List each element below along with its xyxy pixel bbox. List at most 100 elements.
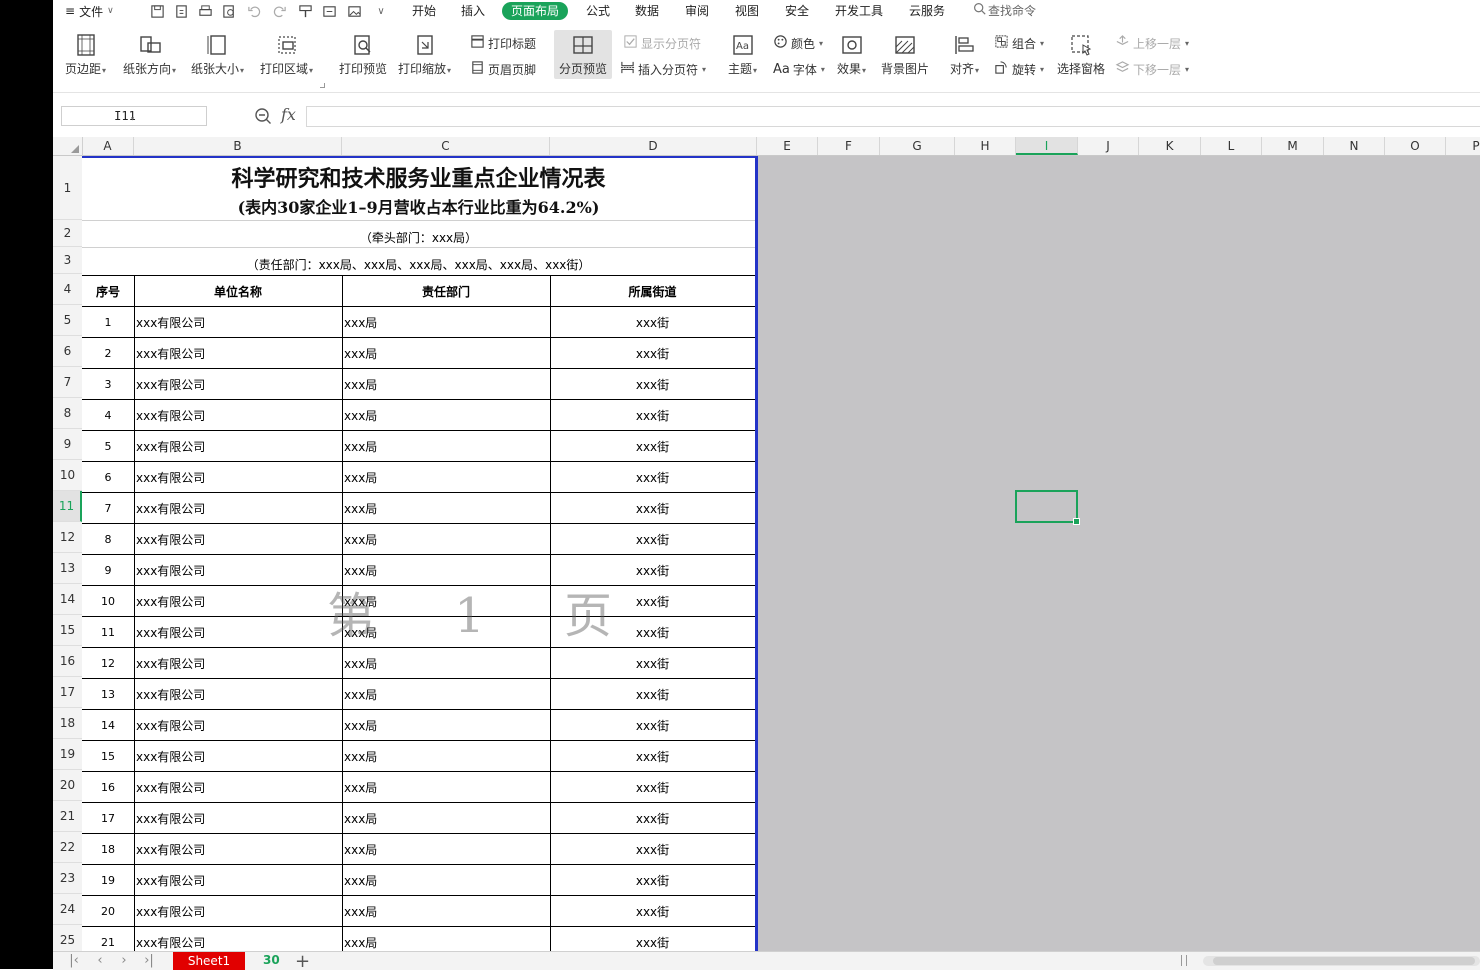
row-header-1[interactable]: 1: [53, 156, 82, 220]
col-header-o[interactable]: O: [1385, 137, 1446, 155]
col-header-b[interactable]: B: [134, 137, 342, 155]
table-row-no[interactable]: 17: [82, 803, 134, 833]
page-break-preview-button[interactable]: 分页预览: [554, 30, 612, 79]
row-header-8[interactable]: 8: [53, 398, 82, 429]
row-header-13[interactable]: 13: [53, 553, 82, 584]
tab-cloud[interactable]: 云服务: [900, 2, 954, 20]
table-row-street[interactable]: xxx街: [550, 803, 755, 833]
table-row-no[interactable]: 10: [82, 586, 134, 616]
row-header-16[interactable]: 16: [53, 646, 82, 677]
table-row-dept[interactable]: xxx局: [344, 896, 548, 926]
table-row-no[interactable]: 14: [82, 710, 134, 740]
undo-icon[interactable]: [246, 3, 262, 19]
non-print-area[interactable]: [758, 156, 1480, 951]
row-header-10[interactable]: 10: [53, 460, 82, 491]
horizontal-scrollbar[interactable]: [1203, 956, 1480, 966]
row-header-4[interactable]: 4: [53, 274, 82, 305]
tab-page-layout[interactable]: 页面布局: [502, 2, 569, 20]
show-page-breaks-checkbox[interactable]: 显示分页符: [623, 34, 701, 52]
tab-view[interactable]: 视图: [726, 2, 768, 20]
format-painter-icon[interactable]: [297, 3, 313, 19]
table-row-name[interactable]: xxx有限公司: [136, 710, 340, 740]
row-header-14[interactable]: 14: [53, 584, 82, 615]
table-row-street[interactable]: xxx街: [550, 741, 755, 771]
table-row-dept[interactable]: xxx局: [344, 865, 548, 895]
table-header-2[interactable]: 责任部门: [342, 276, 550, 307]
row-header-3[interactable]: 3: [53, 247, 82, 274]
table-row-dept[interactable]: xxx局: [344, 648, 548, 678]
col-header-h[interactable]: H: [955, 137, 1016, 155]
table-row-street[interactable]: xxx街: [550, 431, 755, 461]
table-row-name[interactable]: xxx有限公司: [136, 741, 340, 771]
table-row-no[interactable]: 18: [82, 834, 134, 864]
table-row-street[interactable]: xxx街: [550, 462, 755, 492]
print-preview-button[interactable]: 打印预览: [339, 32, 387, 76]
table-row-name[interactable]: xxx有限公司: [136, 896, 340, 926]
table-row-street[interactable]: xxx街: [550, 865, 755, 895]
table-row-name[interactable]: xxx有限公司: [136, 617, 340, 647]
table-row-name[interactable]: xxx有限公司: [136, 927, 340, 951]
bring-forward-button[interactable]: 上移一层 ▾: [1115, 34, 1189, 52]
customize-toolbar-icon[interactable]: ∨: [373, 3, 389, 19]
page-setup-launcher-icon[interactable]: [320, 83, 325, 88]
tab-security[interactable]: 安全: [776, 2, 818, 20]
header-footer-button[interactable]: 页眉页脚: [470, 60, 536, 78]
table-row-no[interactable]: 19: [82, 865, 134, 895]
file-menu[interactable]: ≡ 文件 ∨: [65, 2, 114, 20]
col-header-i[interactable]: I: [1016, 137, 1078, 155]
scrollbar-thumb[interactable]: [1213, 957, 1475, 965]
table-row-name[interactable]: xxx有限公司: [136, 369, 340, 399]
table-row-no[interactable]: 5: [82, 431, 134, 461]
colors-button[interactable]: 颜色 ▾: [773, 34, 823, 52]
table-row-name[interactable]: xxx有限公司: [136, 462, 340, 492]
col-header-p[interactable]: P: [1446, 137, 1480, 155]
row-header-22[interactable]: 22: [53, 832, 82, 863]
print-scale-button[interactable]: 打印缩放▾: [398, 32, 451, 78]
table-row-dept[interactable]: xxx局: [344, 493, 548, 523]
table-row-dept[interactable]: xxx局: [344, 741, 548, 771]
table-row-dept[interactable]: xxx局: [344, 710, 548, 740]
table-header-3[interactable]: 所属街道: [550, 276, 755, 307]
select-all-button[interactable]: [53, 137, 83, 156]
tab-formulas[interactable]: 公式: [577, 2, 619, 20]
background-image-button[interactable]: 背景图片: [881, 32, 929, 76]
tab-developer[interactable]: 开发工具: [826, 2, 892, 20]
export-pdf-icon[interactable]: [173, 3, 189, 19]
table-row-dept[interactable]: xxx局: [344, 369, 548, 399]
col-header-l[interactable]: L: [1201, 137, 1262, 155]
col-header-a[interactable]: A: [82, 137, 134, 155]
table-row-street[interactable]: xxx街: [550, 648, 755, 678]
row-header-25[interactable]: 25: [53, 925, 82, 951]
col-header-m[interactable]: M: [1262, 137, 1324, 155]
row-header-19[interactable]: 19: [53, 739, 82, 770]
table-header-1[interactable]: 单位名称: [134, 276, 342, 307]
table-row-no[interactable]: 3: [82, 369, 134, 399]
save-icon[interactable]: [149, 3, 165, 19]
table-row-street[interactable]: xxx街: [550, 834, 755, 864]
table-row-name[interactable]: xxx有限公司: [136, 679, 340, 709]
table-row-no[interactable]: 7: [82, 493, 134, 523]
table-row-no[interactable]: 16: [82, 772, 134, 802]
table-row-street[interactable]: xxx街: [550, 338, 755, 368]
redo-icon[interactable]: [271, 3, 287, 19]
table-row-no[interactable]: 4: [82, 400, 134, 430]
row-header-11[interactable]: 11: [53, 491, 82, 522]
first-sheet-icon[interactable]: |‹: [65, 953, 83, 969]
table-row-name[interactable]: xxx有限公司: [136, 648, 340, 678]
zoom-icon[interactable]: [254, 107, 272, 125]
name-box[interactable]: I11 ▾: [61, 106, 207, 126]
orientation-button[interactable]: 纸张方向▾: [123, 32, 176, 78]
row-header-21[interactable]: 21: [53, 801, 82, 832]
print-area-button[interactable]: 打印区域▾: [260, 32, 313, 78]
table-row-street[interactable]: xxx街: [550, 896, 755, 926]
image-icon[interactable]: [346, 3, 362, 19]
table-row-dept[interactable]: xxx局: [344, 772, 548, 802]
table-row-name[interactable]: xxx有限公司: [136, 493, 340, 523]
table-row-dept[interactable]: xxx局: [344, 679, 548, 709]
table-row-no[interactable]: 11: [82, 617, 134, 647]
tab-data[interactable]: 数据: [626, 2, 668, 20]
table-row-street[interactable]: xxx街: [550, 400, 755, 430]
row-header-24[interactable]: 24: [53, 894, 82, 925]
row-header-15[interactable]: 15: [53, 615, 82, 646]
table-row-no[interactable]: 6: [82, 462, 134, 492]
